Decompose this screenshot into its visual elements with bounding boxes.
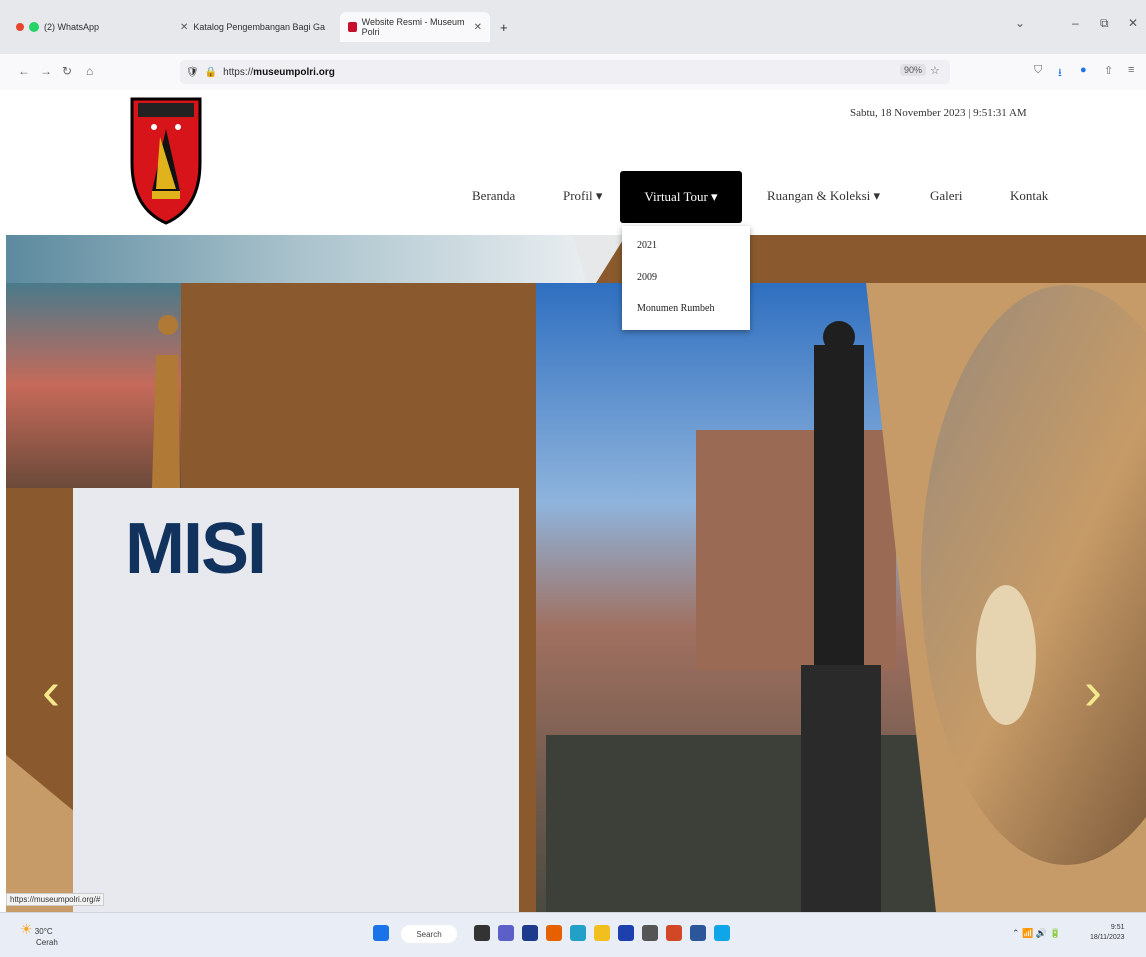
whatsapp-icon [29, 22, 39, 32]
explorer-icon[interactable] [594, 925, 610, 941]
share-icon[interactable]: ⇧ [1104, 64, 1113, 77]
hero-slider: MISI ‹ › [6, 235, 1146, 912]
tab-katalog[interactable]: ✕ Katalog Pengembangan Bagi Ga [172, 12, 337, 42]
pocket-icon[interactable]: ⛉ [1034, 64, 1042, 77]
weather-icon: ☀ [20, 921, 33, 937]
restore-icon[interactable]: ⧉ [1100, 16, 1109, 31]
misi-card: MISI [73, 488, 519, 912]
taskbar-search[interactable]: Search [401, 925, 457, 943]
dropdown-item-2021[interactable]: 2021 [637, 240, 657, 251]
windows-taskbar: ☀ 30°C Cerah Search ⌃ 📶 🔊 🔋 9:51 18/11/2… [0, 912, 1146, 957]
slider-prev-button[interactable]: ‹ [42, 660, 60, 722]
store-icon[interactable] [522, 925, 538, 941]
url-host: museumpolri.org [253, 66, 335, 78]
shield-icon: 🛡 [186, 66, 199, 78]
site-header: Sabtu, 18 November 2023 | 9:51:31 AM Ber… [0, 90, 1146, 235]
system-tray[interactable]: ⌃ 📶 🔊 🔋 [1012, 928, 1061, 939]
download-icon[interactable]: ⭳ [1058, 64, 1062, 83]
slide-title: MISI [125, 509, 267, 589]
star-icon[interactable]: ☆ [930, 64, 940, 77]
status-url: https://museumpolri.org/# [6, 893, 105, 906]
nav-virtual-tour[interactable]: Virtual Tour ▾ [620, 171, 742, 223]
forward-icon[interactable]: → [40, 64, 52, 78]
url-scheme: https:// [223, 66, 254, 78]
slider-next-button[interactable]: › [1084, 660, 1102, 722]
back-icon[interactable]: ← [18, 64, 30, 78]
chat-icon[interactable] [498, 925, 514, 941]
datetime-display: Sabtu, 18 November 2023 | 9:51:31 AM [850, 107, 1027, 119]
nav-ruangan-koleksi[interactable]: Ruangan & Koleksi ▾ [767, 188, 880, 204]
menu-icon[interactable]: ≡ [1128, 64, 1134, 76]
tab-label: Website Resmi - Museum Polri [361, 17, 465, 37]
close-icon[interactable]: ✕ [474, 22, 482, 33]
close-icon[interactable]: ✕ [180, 22, 188, 33]
task-view-icon[interactable] [474, 925, 490, 941]
home-icon[interactable]: ⌂ [86, 64, 93, 78]
nav-beranda[interactable]: Beranda [472, 188, 515, 204]
chevron-down-icon[interactable]: ⌄ [1015, 16, 1025, 30]
chrome-icon[interactable] [714, 925, 730, 941]
record-icon [16, 23, 24, 31]
edge-icon[interactable] [570, 925, 586, 941]
clock-time: 9:51 [1110, 924, 1125, 931]
virtual-tour-dropdown: 2021 2009 Monumen Rumbeh [622, 226, 750, 330]
start-icon[interactable] [373, 925, 389, 941]
polri-logo[interactable] [128, 93, 204, 225]
word-icon[interactable] [690, 925, 706, 941]
tab-label: (2) WhatsApp [44, 22, 100, 32]
clock[interactable]: 9:51 18/11/2023 [1090, 923, 1125, 943]
extension-icon[interactable]: ● [1080, 64, 1087, 76]
clock-date: 18/11/2023 [1090, 934, 1125, 941]
minimize-icon[interactable]: – [1072, 16, 1079, 30]
nav-kontak[interactable]: Kontak [1010, 188, 1048, 204]
close-window-icon[interactable]: ✕ [1128, 16, 1138, 30]
lock-icon: 🔒 [204, 66, 218, 78]
tab-museum-polri[interactable]: Website Resmi - Museum Polri ✕ [340, 12, 490, 42]
tab-whatsapp[interactable]: (2) WhatsApp [8, 12, 168, 42]
new-tab-button[interactable]: + [492, 12, 516, 42]
tab-label: Katalog Pengembangan Bagi Ga [193, 22, 325, 32]
zoom-badge[interactable]: 90% [900, 64, 927, 76]
nav-profil[interactable]: Profil ▾ [563, 188, 602, 204]
shield-icon [348, 22, 357, 32]
nav-galeri[interactable]: Galeri [930, 188, 962, 204]
address-bar: ← → ↻ ⌂ 🛡 🔒 https://museumpolri.org 90% … [0, 54, 1146, 91]
browser-tab-bar: (2) WhatsApp ✕ Katalog Pengembangan Bagi… [0, 0, 1146, 54]
weather-desc: Cerah [36, 938, 58, 947]
dropdown-item-monumen-rumbeh[interactable]: Monumen Rumbeh [637, 303, 715, 314]
weather-widget[interactable]: ☀ 30°C Cerah [20, 921, 58, 947]
powerpoint-icon[interactable] [666, 925, 682, 941]
firefox-icon[interactable] [546, 925, 562, 941]
dropdown-item-2009[interactable]: 2009 [637, 272, 657, 283]
weather-temp: 30°C [34, 927, 53, 936]
terminal-icon[interactable] [642, 925, 658, 941]
url-input[interactable]: 🛡 🔒 https://museumpolri.org [180, 60, 950, 84]
reload-icon[interactable]: ↻ [62, 64, 72, 78]
app-icon[interactable] [618, 925, 634, 941]
